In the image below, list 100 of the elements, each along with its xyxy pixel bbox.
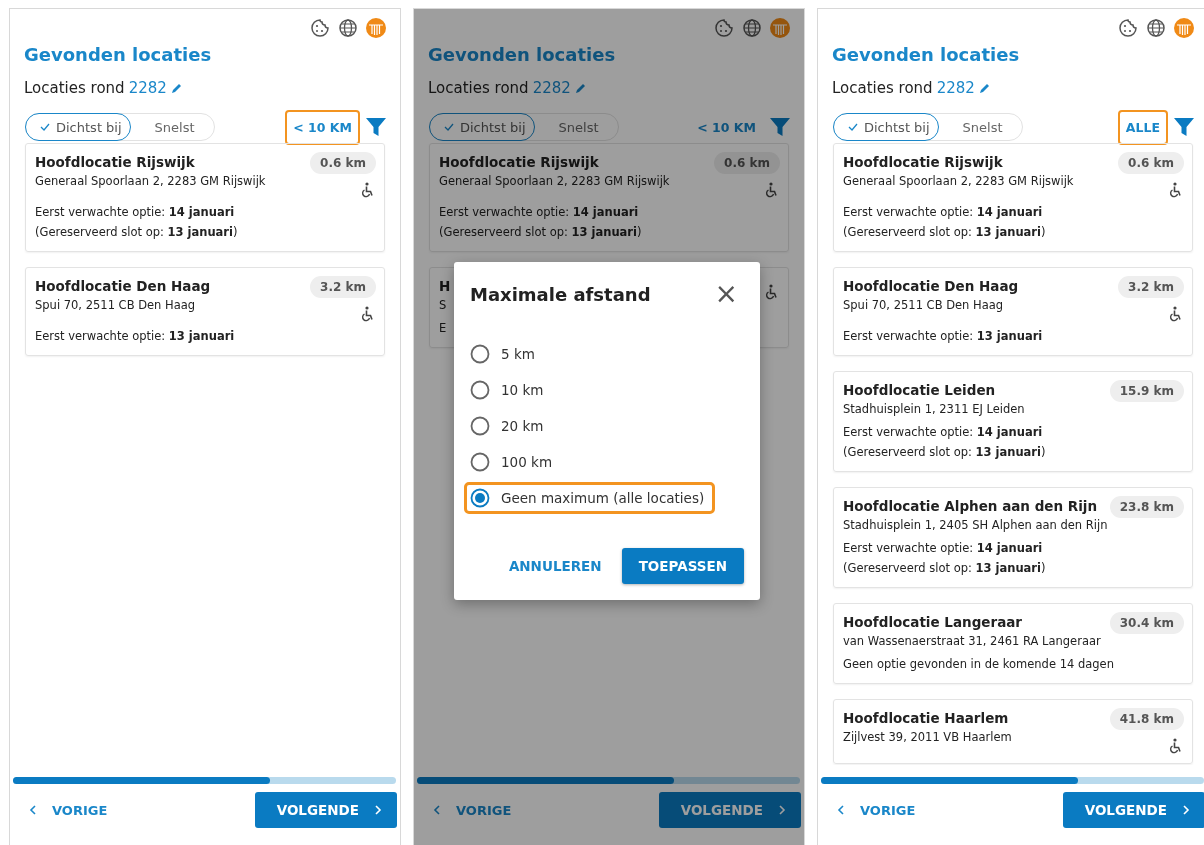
location-card[interactable]: Hoofdlocatie Den Haag Spui 70, 2511 CB Den Haag Eerst verwachte optie: 13 januari 3.2 km [25,267,385,356]
availability-text: (Gereserveerd slot op: 13 januari) [843,560,1046,577]
logo-icon[interactable] [1174,18,1194,38]
distance-filter-button[interactable]: < 10 KM [285,109,360,145]
location-address: Stadhuisplein 1, 2311 EJ Leiden [843,401,1025,418]
chevron-left-icon [28,805,38,815]
radio-button[interactable] [470,344,490,364]
radio-button[interactable] [470,380,490,400]
globe-icon[interactable] [742,18,762,38]
cookie-icon[interactable] [310,18,330,38]
availability-text: Eerst verwachte optie: 14 januari [843,540,1043,557]
availability-text: (Gereserveerd slot op: 13 januari) [35,224,238,241]
availability-text: Eerst verwachte optie: 13 januari [35,328,235,345]
check-icon [40,122,50,132]
location-label: Locaties rond [428,79,529,97]
distance-badge: 3.2 km [1118,276,1184,298]
postcode-link[interactable]: 2282 [532,79,571,97]
back-button[interactable]: VORIGE [426,796,518,824]
availability-text: (Gereserveerd slot op: 13 januari) [843,444,1046,461]
dialog-title: Maximale afstand [470,283,651,305]
pencil-icon[interactable] [170,82,183,94]
location-name: Hoofdlocatie Den Haag [35,277,211,296]
cancel-button[interactable]: ANNULEREN [502,552,608,580]
location-address: Generaal Spoorlaan 2, 2283 GM Rijswijk [843,173,1074,190]
next-button[interactable]: VOLGENDE [658,792,801,828]
postcode-link[interactable]: 2282 [936,79,975,97]
sort-option[interactable]: Dichtst bij [429,113,535,141]
sort-option[interactable]: Snelst [128,113,215,141]
back-button[interactable]: VORIGE [830,796,922,824]
location-address: Stadhuisplein 1, 2405 SH Alphen aan den Rijn [843,517,1108,534]
location-card[interactable]: Hoofdlocatie Rijswijk Generaal Spoorlaan 2, 2283 GM Rijswijk Eerst verwachte optie: 14 januari (Gereserveerd slot op: 13 januari) 0.6 km [25,143,385,252]
radio-button[interactable] [470,416,490,436]
availability-text: Eerst verwachte optie: 14 januari [35,204,235,221]
chevron-right-icon [373,805,383,815]
location-name: Hoofdlocatie Langeraar [843,613,1022,632]
logo-icon[interactable] [366,18,386,38]
location-card[interactable]: Hoofdlocatie Rijswijk Generaal Spoorlaan 2, 2283 GM Rijswijk Eerst verwachte optie: 14 januari (Gereserveerd slot op: 13 januari) 0.6 km [833,143,1193,252]
location-name: Hoofdlocatie Rijswijk [843,153,1003,172]
availability-text: Geen optie gevonden in de komende 14 dagen [843,656,1114,673]
chevron-left-icon [836,805,846,815]
distance-badge: 30.4 km [1109,612,1184,634]
location-address: Spui 70, 2511 CB Den Haag [843,297,1004,314]
location-address: van Wassenaerstraat 31, 2461 RA Langeraar [843,633,1101,650]
apply-button[interactable]: TOEPASSEN [621,548,744,584]
cookie-icon[interactable] [714,18,734,38]
option-label: Geen maximum (alle locaties) [501,490,705,506]
sort-option[interactable]: Snelst [532,113,619,141]
filter-icon[interactable] [1174,117,1194,137]
check-icon [848,122,858,132]
chevron-left-icon [432,805,442,815]
distance-badge: 0.6 km [310,152,376,174]
radio-button[interactable] [470,452,490,472]
location-name: H [439,277,451,296]
filter-icon[interactable] [366,117,386,137]
location-name: Hoofdlocatie Leiden [843,381,996,400]
chevron-right-icon [777,805,787,815]
distance-badge: 23.8 km [1109,496,1184,518]
close-button[interactable]: × [708,280,744,308]
availability-text: E [439,320,447,337]
location-card[interactable]: Hoofdlocatie Rijswijk Generaal Spoorlaan 2, 2283 GM Rijswijk Eerst verwachte optie: 14 januari (Gereserveerd slot op: 13 januari) 0.6 km [429,143,789,252]
distance-badge: 41.8 km [1109,708,1184,730]
location-card[interactable]: Hoofdlocatie Leiden Stadhuisplein 1, 2311 EJ Leiden Eerst verwachte optie: 14 januari (Gereserveerd slot op: 13 januari) 15.9 km [833,371,1193,472]
sort-option[interactable]: Dichtst bij [25,113,131,141]
page-title: Gevonden locaties [428,44,617,65]
next-button[interactable]: VOLGENDE [1062,792,1204,828]
distance-filter-button[interactable]: ALLE [1117,109,1168,145]
location-address: S [439,297,447,314]
postcode-link[interactable]: 2282 [128,79,167,97]
option-label: 5 km [501,346,535,362]
distance-badge: 3.2 km [310,276,376,298]
location-card[interactable]: Hoofdlocatie Langeraar van Wassenaerstraat 31, 2461 RA Langeraar Geen optie gevonden in de komende 14 dagen 30.4 km [833,603,1193,684]
location-address: Zijlvest 39, 2011 VB Haarlem [843,729,1012,746]
globe-icon[interactable] [1146,18,1166,38]
next-button[interactable]: VOLGENDE [254,792,397,828]
distance-badge: 0.6 km [1118,152,1184,174]
location-card[interactable]: Hoofdlocatie Den Haag Spui 70, 2511 CB Den Haag Eerst verwachte optie: 13 januari 3.2 km [833,267,1193,356]
location-address: Spui 70, 2511 CB Den Haag [35,297,196,314]
check-icon [444,122,454,132]
location-name: Hoofdlocatie Rijswijk [35,153,195,172]
availability-text: Eerst verwachte optie: 14 januari [439,204,639,221]
sort-option[interactable]: Dichtst bij [833,113,939,141]
location-card[interactable]: Hoofdlocatie Alphen aan den Rijn Stadhuisplein 1, 2405 SH Alphen aan den Rijn Eerst verwachte optie: 14 januari (Gereserveerd slot op: 13 januari) 23.8 km [833,487,1193,588]
availability-text: Eerst verwachte optie: 14 januari [843,204,1043,221]
location-card[interactable]: Hoofdlocatie Haarlem Zijlvest 39, 2011 VB Haarlem 41.8 km [833,699,1193,764]
availability-text: (Gereserveerd slot op: 13 januari) [843,224,1046,241]
pencil-icon[interactable] [978,82,991,94]
availability-text: (Gereserveerd slot op: 13 januari) [439,224,642,241]
location-address: Generaal Spoorlaan 2, 2283 GM Rijswijk [35,173,266,190]
radio-button[interactable] [470,488,490,508]
distance-filter-button[interactable]: < 10 KM [689,109,764,145]
cookie-icon[interactable] [1118,18,1138,38]
page-title: Gevonden locaties [832,44,1021,65]
sort-option[interactable]: Snelst [936,113,1023,141]
globe-icon[interactable] [338,18,358,38]
location-name: Hoofdlocatie Alphen aan den Rijn [843,497,1098,516]
pencil-icon[interactable] [574,82,587,94]
option-label: 10 km [501,382,544,398]
filter-icon[interactable] [770,117,790,137]
location-address: Generaal Spoorlaan 2, 2283 GM Rijswijk [439,173,670,190]
back-button[interactable]: VORIGE [22,796,114,824]
